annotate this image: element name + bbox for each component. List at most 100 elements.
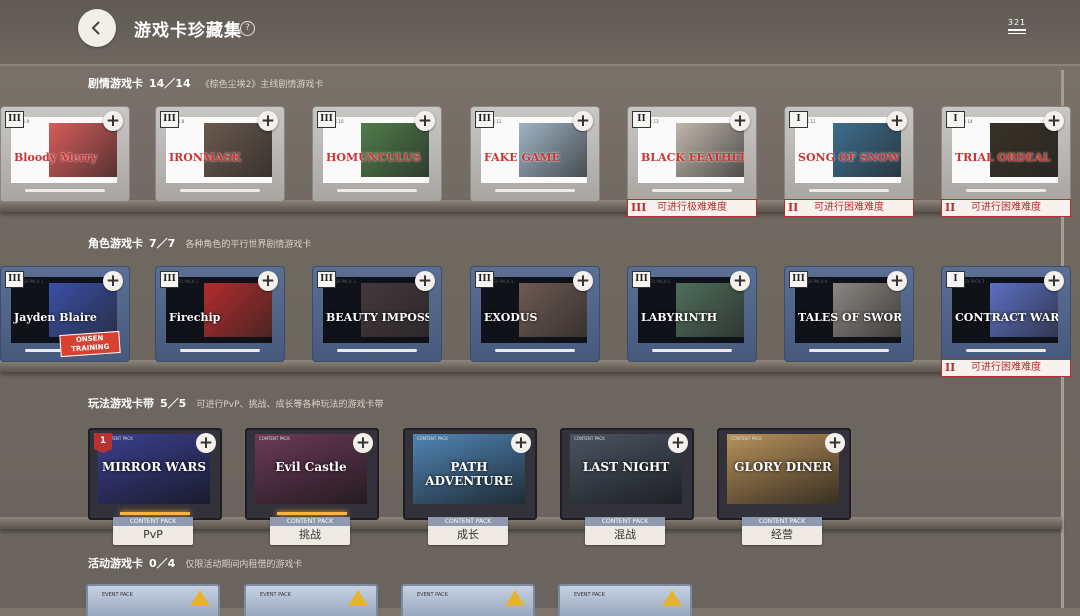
card-grip	[495, 349, 575, 352]
add-button[interactable]: +	[1044, 271, 1064, 291]
pack-caption: EVENT PACK	[102, 592, 133, 598]
game-title: Jayden Blaire	[14, 311, 97, 324]
card-art	[49, 123, 117, 177]
chevron-left-icon	[91, 21, 100, 35]
pack-caption: CONTENT PACK	[574, 436, 605, 441]
mode-label[interactable]: CONTENT PACK 混战	[585, 517, 665, 545]
play-card[interactable]: CONTENT PACK Evil Castle +	[245, 428, 379, 520]
card-label: CONTENT PACK GLORY DINER	[727, 434, 839, 504]
add-button[interactable]: +	[887, 111, 907, 131]
game-card[interactable]: ACTER PACK 3BEAUTY IMPOSSIBLEIII +	[312, 266, 442, 362]
tier-badge: III	[317, 271, 336, 288]
add-button[interactable]: +	[730, 271, 750, 291]
game-card[interactable]: PACK 11FAKE GAMEIII +	[470, 106, 600, 202]
card-label: ACTER PACK 7 CONTRACT WARS	[952, 277, 1058, 343]
game-title: TALES OF SWORD	[798, 311, 901, 324]
add-button[interactable]: +	[825, 433, 845, 453]
game-title: IRONMASK	[169, 151, 242, 164]
mode-label[interactable]: CONTENT PACK 成长	[428, 517, 508, 545]
game-title: Bloody Merry	[14, 151, 98, 164]
card-grip	[25, 189, 105, 192]
add-button[interactable]: +	[103, 271, 123, 291]
card-art	[204, 283, 272, 337]
mode-label[interactable]: CONTENT PACK 经营	[742, 517, 822, 545]
mode-name: 成长	[457, 528, 479, 541]
mode-label[interactable]: CONTENT PACK 挑战	[270, 517, 350, 545]
game-card[interactable]: PACK 13BLACK FEATHERII +	[627, 106, 757, 202]
add-button[interactable]: +	[668, 433, 688, 453]
event-card[interactable]: EVENT PACK	[401, 584, 535, 616]
mode-name: 混战	[614, 528, 636, 541]
card-art	[676, 123, 744, 177]
menu-line-icon	[1008, 32, 1026, 34]
back-button[interactable]	[78, 9, 116, 47]
add-button[interactable]: +	[415, 271, 435, 291]
add-button[interactable]: +	[887, 271, 907, 291]
game-card[interactable]: PACK 8IRONMASKIII +	[155, 106, 285, 202]
list-menu-button[interactable]: 321	[1006, 18, 1028, 36]
page-title: 游戏卡珍藏集	[134, 21, 242, 41]
mode-caption: CONTENT PACK	[270, 517, 350, 526]
add-button[interactable]: +	[103, 111, 123, 131]
card-grip	[966, 349, 1046, 352]
card-art	[49, 283, 117, 337]
play-card[interactable]: CONTENT PACK PATH ADVENTURE +	[403, 428, 537, 520]
card-art	[204, 123, 272, 177]
card-grip	[652, 349, 732, 352]
card-art	[990, 283, 1058, 337]
add-button[interactable]: +	[573, 111, 593, 131]
event-card[interactable]: EVENT PACK	[244, 584, 378, 616]
game-card[interactable]: ACTER PACK 6 TALES OF SWORD III +	[784, 266, 914, 362]
add-button[interactable]: +	[415, 111, 435, 131]
tier-badge: III	[475, 271, 494, 288]
tier-badge: III	[160, 271, 179, 288]
card-grip	[966, 189, 1046, 192]
help-icon[interactable]: ?	[240, 21, 255, 36]
add-button[interactable]: +	[196, 433, 216, 453]
active-glow	[120, 512, 190, 515]
game-card[interactable]: ACTER PACK 7 CONTRACT WARS I +	[941, 266, 1071, 362]
add-button[interactable]: +	[1044, 111, 1064, 131]
active-glow	[277, 512, 347, 515]
event-card[interactable]: EVENT PACK	[558, 584, 692, 616]
warning-icon	[662, 590, 682, 606]
add-button[interactable]: +	[353, 433, 373, 453]
rank-badge: 1	[94, 433, 112, 453]
tier-badge: I	[946, 271, 965, 288]
difficulty-mark: III	[631, 201, 647, 214]
game-card[interactable]: ACTER PACK 2 Firechip III +	[155, 266, 285, 362]
play-card[interactable]: CONTENT PACK GLORY DINER +	[717, 428, 851, 520]
pack-caption: CONTENT PACK	[731, 436, 762, 441]
game-card[interactable]: PACK 10HOMUNCULUSIII +	[312, 106, 442, 202]
card-label: PACK 12SONG OF SNOW	[795, 117, 901, 183]
difficulty-tag: II 可进行困难难度	[941, 199, 1071, 217]
add-button[interactable]: +	[258, 111, 278, 131]
pack-caption: CONTENT PACK	[259, 436, 290, 441]
menu-count: 321	[1007, 18, 1027, 27]
add-button[interactable]: +	[730, 111, 750, 131]
card-label: ACTER PACK 6 TALES OF SWORD	[795, 277, 901, 343]
game-title: BLACK FEATHER	[641, 151, 744, 164]
mode-label[interactable]: CONTENT PACK PvP	[113, 517, 193, 545]
game-card[interactable]: PACK 9Bloody MerryIII +	[0, 106, 130, 202]
mode-caption: CONTENT PACK	[428, 517, 508, 526]
game-card[interactable]: ACTER PACK 5 LABYRINTH III +	[627, 266, 757, 362]
play-card[interactable]: CONTENT PACK MIRROR WARS 1 +	[88, 428, 222, 520]
add-button[interactable]: +	[258, 271, 278, 291]
tier-badge: III	[5, 271, 24, 288]
card-art	[361, 283, 429, 337]
game-card[interactable]: ACTER PACK 4 EXODUS III +	[470, 266, 600, 362]
event-card[interactable]: EVENT PACK	[86, 584, 220, 616]
play-card[interactable]: CONTENT PACK LAST NIGHT +	[560, 428, 694, 520]
add-button[interactable]: +	[573, 271, 593, 291]
tier-badge: II	[632, 111, 651, 128]
game-card[interactable]: PACK 14TRIAL ORDEALI +	[941, 106, 1071, 202]
add-button[interactable]: +	[511, 433, 531, 453]
tier-badge: I	[789, 111, 808, 128]
game-card[interactable]: PACK 12SONG OF SNOWI +	[784, 106, 914, 202]
game-title: MIRROR WARS	[101, 460, 207, 474]
section-title-character: 角色游戏卡 7／7 各种角色的平行世界剧情游戏卡	[88, 237, 312, 250]
difficulty-label: 可进行困难难度	[814, 202, 884, 213]
warning-icon	[190, 590, 210, 606]
difficulty-label: 可进行困难难度	[971, 362, 1041, 373]
